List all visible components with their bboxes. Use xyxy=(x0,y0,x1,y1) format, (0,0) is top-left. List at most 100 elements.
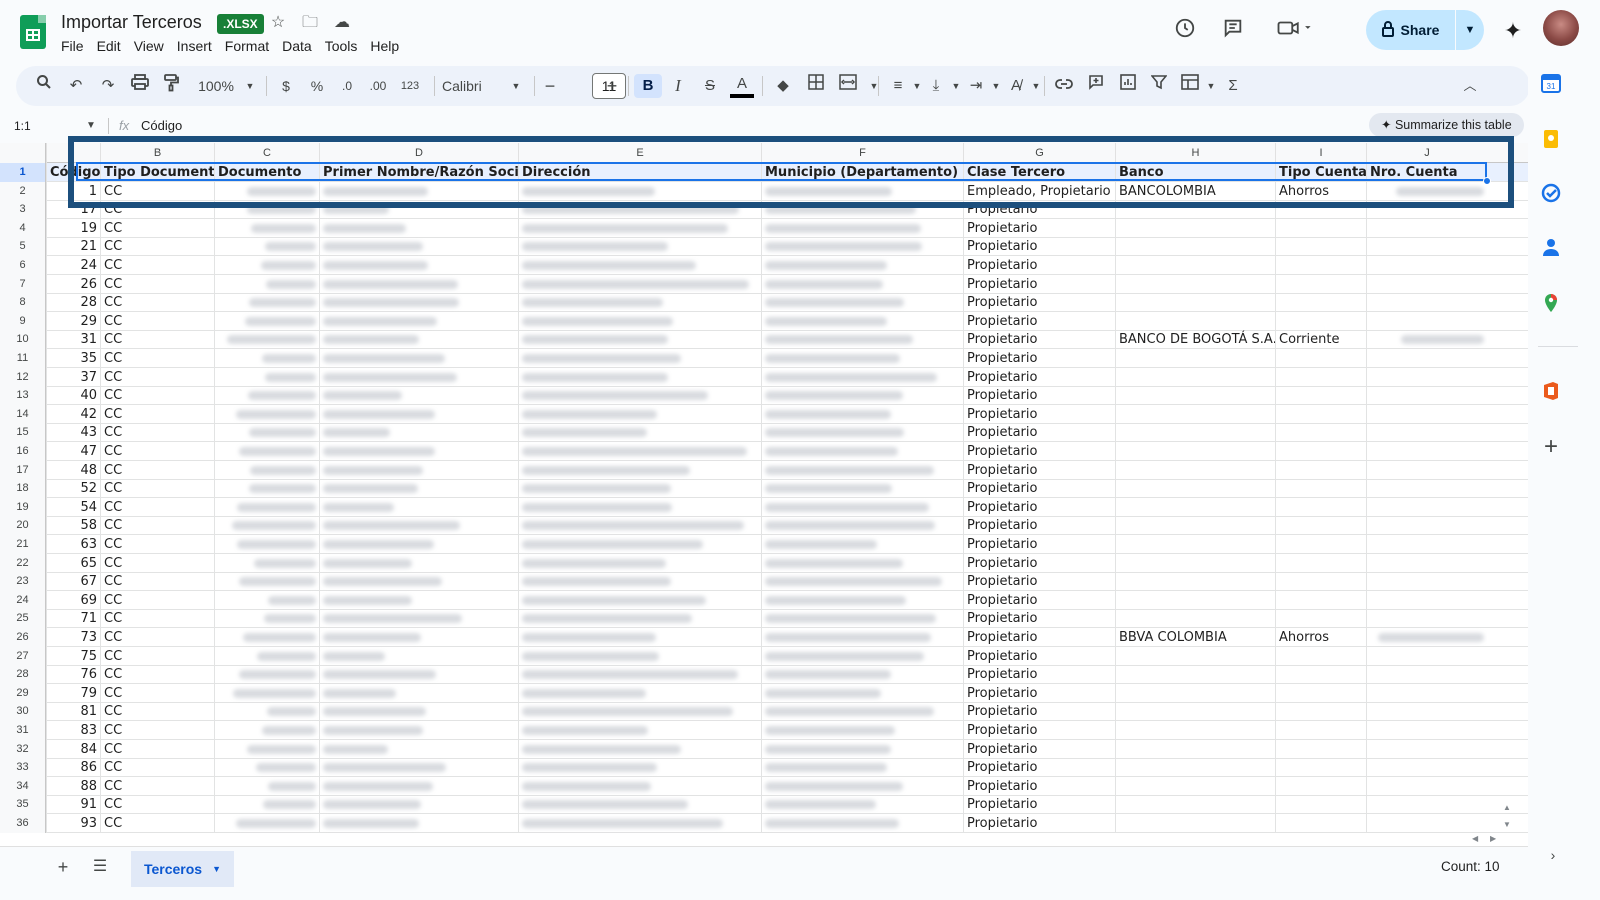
cell-tipo-cuenta[interactable] xyxy=(1275,367,1366,387)
summarize-table-button[interactable]: ✦ Summarize this table xyxy=(1369,113,1524,137)
get-addons-plus-icon[interactable]: + xyxy=(1538,434,1564,460)
cell-codigo[interactable]: 24 xyxy=(46,256,100,275)
cell-codigo[interactable]: 52 xyxy=(46,479,100,499)
cell-tipo[interactable]: CC xyxy=(100,683,214,703)
redacted-cell[interactable] xyxy=(214,256,319,275)
cell-tipo[interactable]: CC xyxy=(100,609,214,629)
redacted-cell[interactable] xyxy=(319,181,518,201)
scroll-down-arrow-icon[interactable]: ▼ xyxy=(1503,820,1511,829)
redacted-cell[interactable] xyxy=(319,404,518,424)
cell-clase[interactable]: Propietario xyxy=(963,776,1115,796)
redacted-cell[interactable] xyxy=(1366,572,1487,592)
cell-codigo[interactable]: 1 xyxy=(46,181,100,201)
cell-banco[interactable] xyxy=(1115,609,1275,629)
table-row[interactable]: 32 84 CC Propietario xyxy=(0,739,1528,759)
redacted-cell[interactable] xyxy=(1366,553,1487,573)
cell-banco[interactable] xyxy=(1115,367,1275,387)
cell-clase[interactable]: Propietario xyxy=(963,535,1115,554)
row-header[interactable]: 31 xyxy=(0,721,46,740)
menu-format[interactable]: Format xyxy=(225,38,269,54)
cell-clase[interactable]: Propietario xyxy=(963,442,1115,461)
redacted-cell[interactable] xyxy=(214,293,319,313)
redacted-cell[interactable] xyxy=(518,721,761,740)
cell-tipo[interactable]: CC xyxy=(100,404,214,424)
cell-codigo[interactable]: 63 xyxy=(46,535,100,554)
cell-clase[interactable]: Propietario xyxy=(963,814,1115,833)
cell-tipo-cuenta[interactable]: Corriente xyxy=(1275,330,1366,350)
redacted-cell[interactable] xyxy=(518,683,761,703)
cell-codigo[interactable]: 65 xyxy=(46,553,100,573)
row-header[interactable]: 18 xyxy=(0,479,46,499)
maps-icon[interactable] xyxy=(1540,292,1566,318)
header-cell[interactable]: Código xyxy=(46,163,100,182)
cell-tipo-cuenta[interactable] xyxy=(1275,516,1366,536)
redacted-cell[interactable] xyxy=(518,814,761,833)
cell-banco[interactable] xyxy=(1115,311,1275,331)
more-formats-button[interactable]: 123 xyxy=(398,74,422,98)
cell-codigo[interactable]: 40 xyxy=(46,386,100,406)
cell-tipo[interactable]: CC xyxy=(100,497,214,517)
table-row[interactable]: 33 86 CC Propietario xyxy=(0,758,1528,778)
cell-tipo[interactable]: CC xyxy=(100,758,214,778)
redacted-cell[interactable] xyxy=(1366,814,1487,833)
redacted-cell[interactable] xyxy=(214,609,319,629)
redacted-cell[interactable] xyxy=(518,516,761,536)
scroll-right-arrow-icon[interactable]: ▶ xyxy=(1490,834,1496,843)
cell-clase[interactable]: Propietario xyxy=(963,702,1115,722)
header-cell[interactable]: Tipo Cuenta xyxy=(1275,163,1366,182)
column-header-a[interactable]: A xyxy=(46,143,100,163)
table-row[interactable]: 5 21 CC Propietario xyxy=(0,237,1528,257)
cell-codigo[interactable]: 71 xyxy=(46,609,100,629)
cell-banco[interactable] xyxy=(1115,535,1275,554)
redacted-cell[interactable] xyxy=(761,330,963,350)
row-header[interactable]: 36 xyxy=(0,814,46,833)
print-icon[interactable] xyxy=(128,74,152,98)
cell-banco[interactable] xyxy=(1115,739,1275,759)
table-row[interactable]: 22 65 CC Propietario xyxy=(0,553,1528,573)
sheet-tab-terceros[interactable]: Terceros ▼ xyxy=(131,851,234,887)
row-header[interactable]: 15 xyxy=(0,423,46,443)
paint-format-icon[interactable] xyxy=(159,74,183,98)
cell-tipo-cuenta[interactable] xyxy=(1275,460,1366,480)
star-icon[interactable]: ☆ xyxy=(267,12,289,34)
redacted-cell[interactable] xyxy=(518,237,761,257)
cell-clase[interactable]: Propietario xyxy=(963,479,1115,499)
cell-clase[interactable]: Propietario xyxy=(963,590,1115,610)
redacted-cell[interactable] xyxy=(761,479,963,499)
cell-codigo[interactable]: 31 xyxy=(46,330,100,350)
redacted-cell[interactable] xyxy=(518,423,761,443)
row-header[interactable]: 14 xyxy=(0,404,46,424)
cell-clase[interactable]: Empleado, Propietario xyxy=(963,181,1115,201)
name-box-chevron-down-icon[interactable]: ▼ xyxy=(86,116,96,136)
cell-banco[interactable] xyxy=(1115,442,1275,461)
redacted-cell[interactable] xyxy=(1366,702,1487,722)
redacted-cell[interactable] xyxy=(214,646,319,666)
cell-tipo-cuenta[interactable] xyxy=(1275,721,1366,740)
cell-banco[interactable] xyxy=(1115,776,1275,796)
show-side-panel-chevron-right-icon[interactable]: › xyxy=(1540,842,1566,868)
cell-banco[interactable] xyxy=(1115,404,1275,424)
row-header[interactable]: 19 xyxy=(0,497,46,517)
redacted-cell[interactable] xyxy=(214,702,319,722)
redacted-cell[interactable] xyxy=(1366,535,1487,554)
cell-codigo[interactable]: 86 xyxy=(46,758,100,778)
tasks-icon[interactable] xyxy=(1540,182,1566,208)
redacted-cell[interactable] xyxy=(761,311,963,331)
redacted-cell[interactable] xyxy=(214,535,319,554)
redacted-cell[interactable] xyxy=(319,256,518,275)
cell-clase[interactable]: Propietario xyxy=(963,237,1115,257)
row-header[interactable]: 1 xyxy=(0,163,46,182)
cell-tipo[interactable]: CC xyxy=(100,181,214,201)
currency-format-button[interactable]: $ xyxy=(274,74,298,98)
cell-codigo[interactable]: 29 xyxy=(46,311,100,331)
redacted-cell[interactable] xyxy=(319,628,518,647)
redacted-cell[interactable] xyxy=(518,572,761,592)
version-history-icon[interactable] xyxy=(1171,17,1199,45)
insert-chart-icon[interactable] xyxy=(1116,74,1140,98)
row-header[interactable]: 4 xyxy=(0,218,46,238)
row-header[interactable]: 22 xyxy=(0,553,46,573)
table-row[interactable]: 9 29 CC Propietario xyxy=(0,311,1528,331)
cell-codigo[interactable]: 21 xyxy=(46,237,100,257)
row-header[interactable]: 17 xyxy=(0,460,46,480)
table-row[interactable]: 25 71 CC Propietario xyxy=(0,609,1528,629)
